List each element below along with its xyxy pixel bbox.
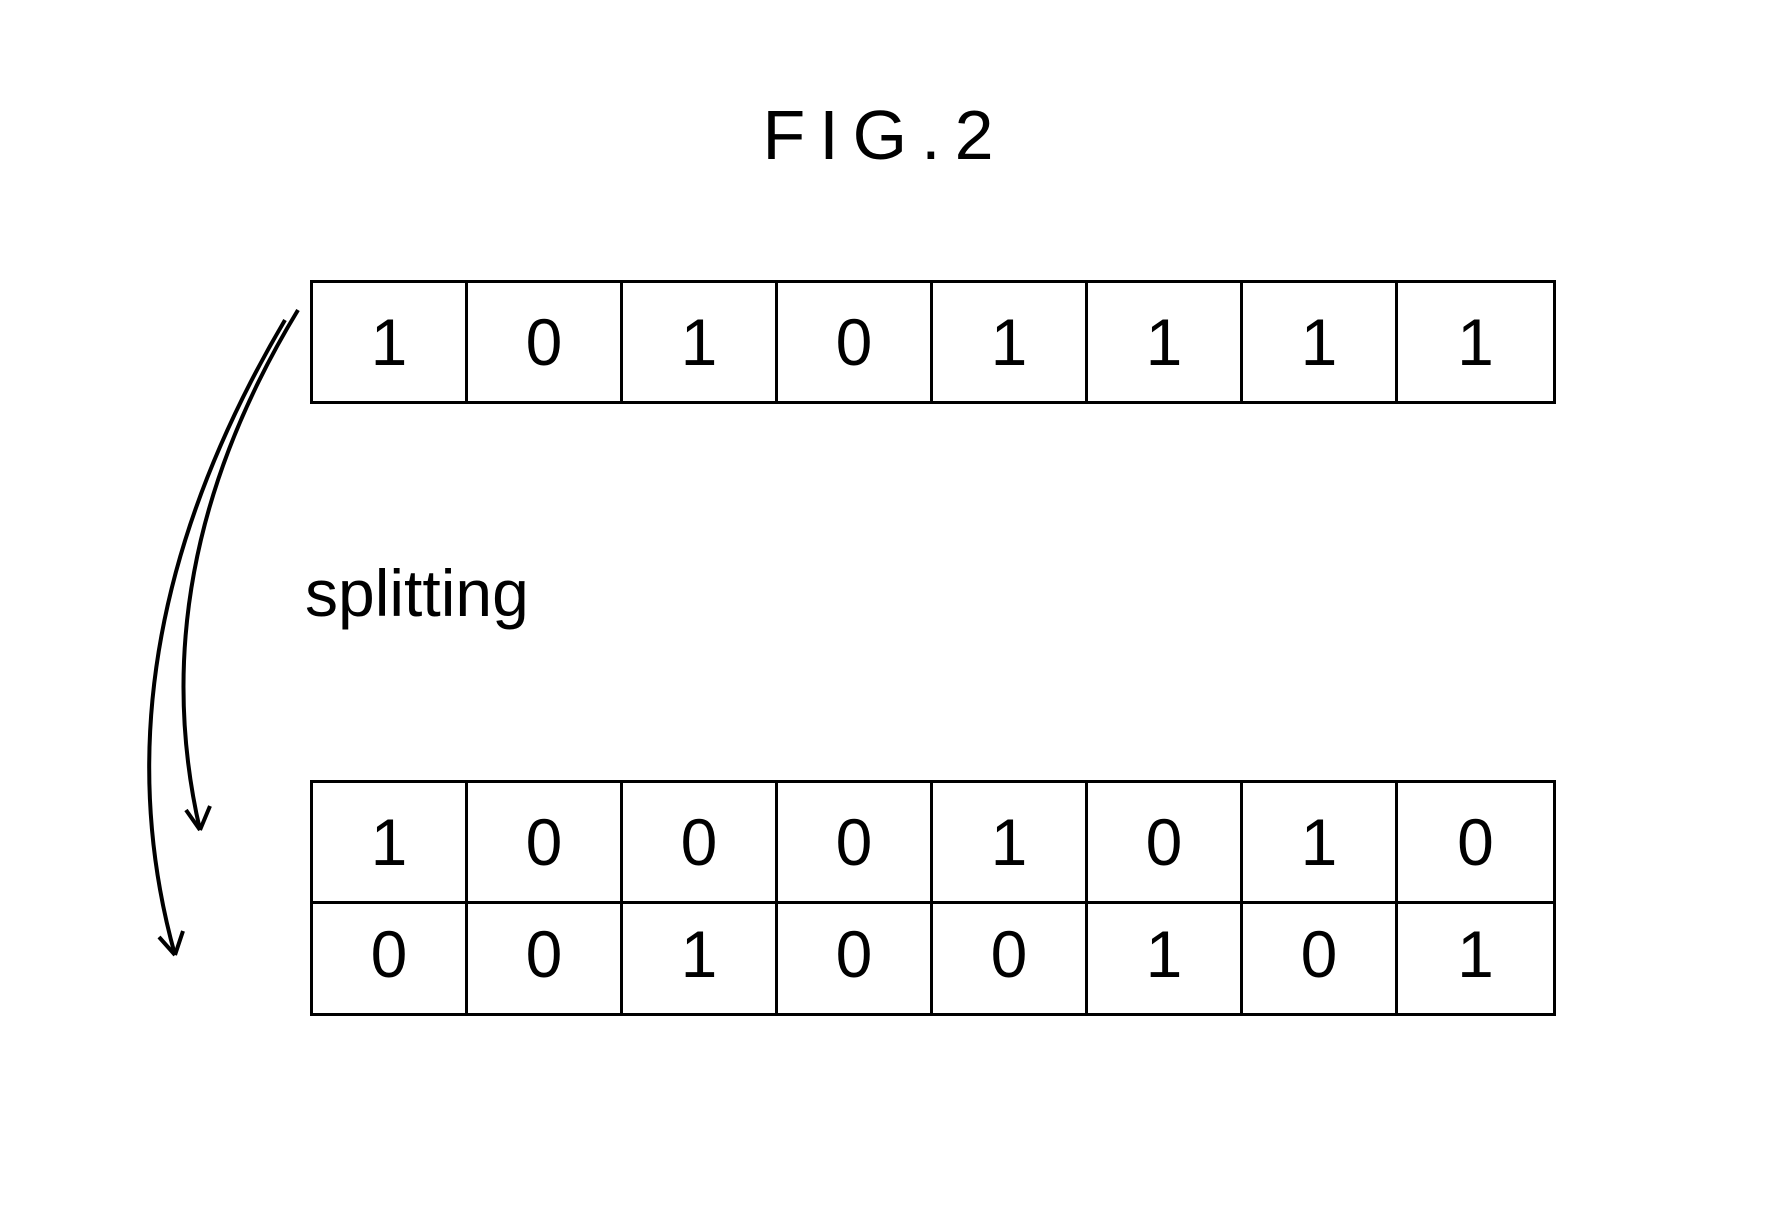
bit-cell: 0 [1088,783,1243,901]
bit-cell: 1 [933,283,1088,401]
bit-cell: 0 [1398,783,1553,901]
figure-title: FIG.2 [762,95,1007,175]
bit-cell: 1 [1088,895,1243,1013]
bit-cell: 0 [313,895,468,1013]
bit-cell: 0 [468,783,623,901]
bit-cell: 1 [313,283,468,401]
bit-cell: 1 [1088,283,1243,401]
bit-cell: 1 [1398,895,1553,1013]
bit-cell: 0 [623,783,778,901]
splitting-arrows [130,290,330,1020]
bit-cell: 0 [778,783,933,901]
bit-row-split-2: 0 0 1 0 0 1 0 1 [310,895,1556,1016]
bit-cell: 0 [468,895,623,1013]
bit-cell: 1 [1398,283,1553,401]
bit-cell: 1 [1243,283,1398,401]
bit-cell: 0 [778,283,933,401]
bit-cell: 1 [623,283,778,401]
bit-cell: 1 [623,895,778,1013]
bit-cell: 0 [1243,895,1398,1013]
bit-cell: 0 [933,895,1088,1013]
bit-cell: 1 [1243,783,1398,901]
bit-cell: 0 [778,895,933,1013]
splitting-label: splitting [305,555,529,631]
bit-row-original: 1 0 1 0 1 1 1 1 [310,280,1556,404]
bit-cell: 1 [933,783,1088,901]
bit-row-split-1: 1 0 0 0 1 0 1 0 [310,780,1556,904]
bit-cell: 1 [313,783,468,901]
bit-cell: 0 [468,283,623,401]
